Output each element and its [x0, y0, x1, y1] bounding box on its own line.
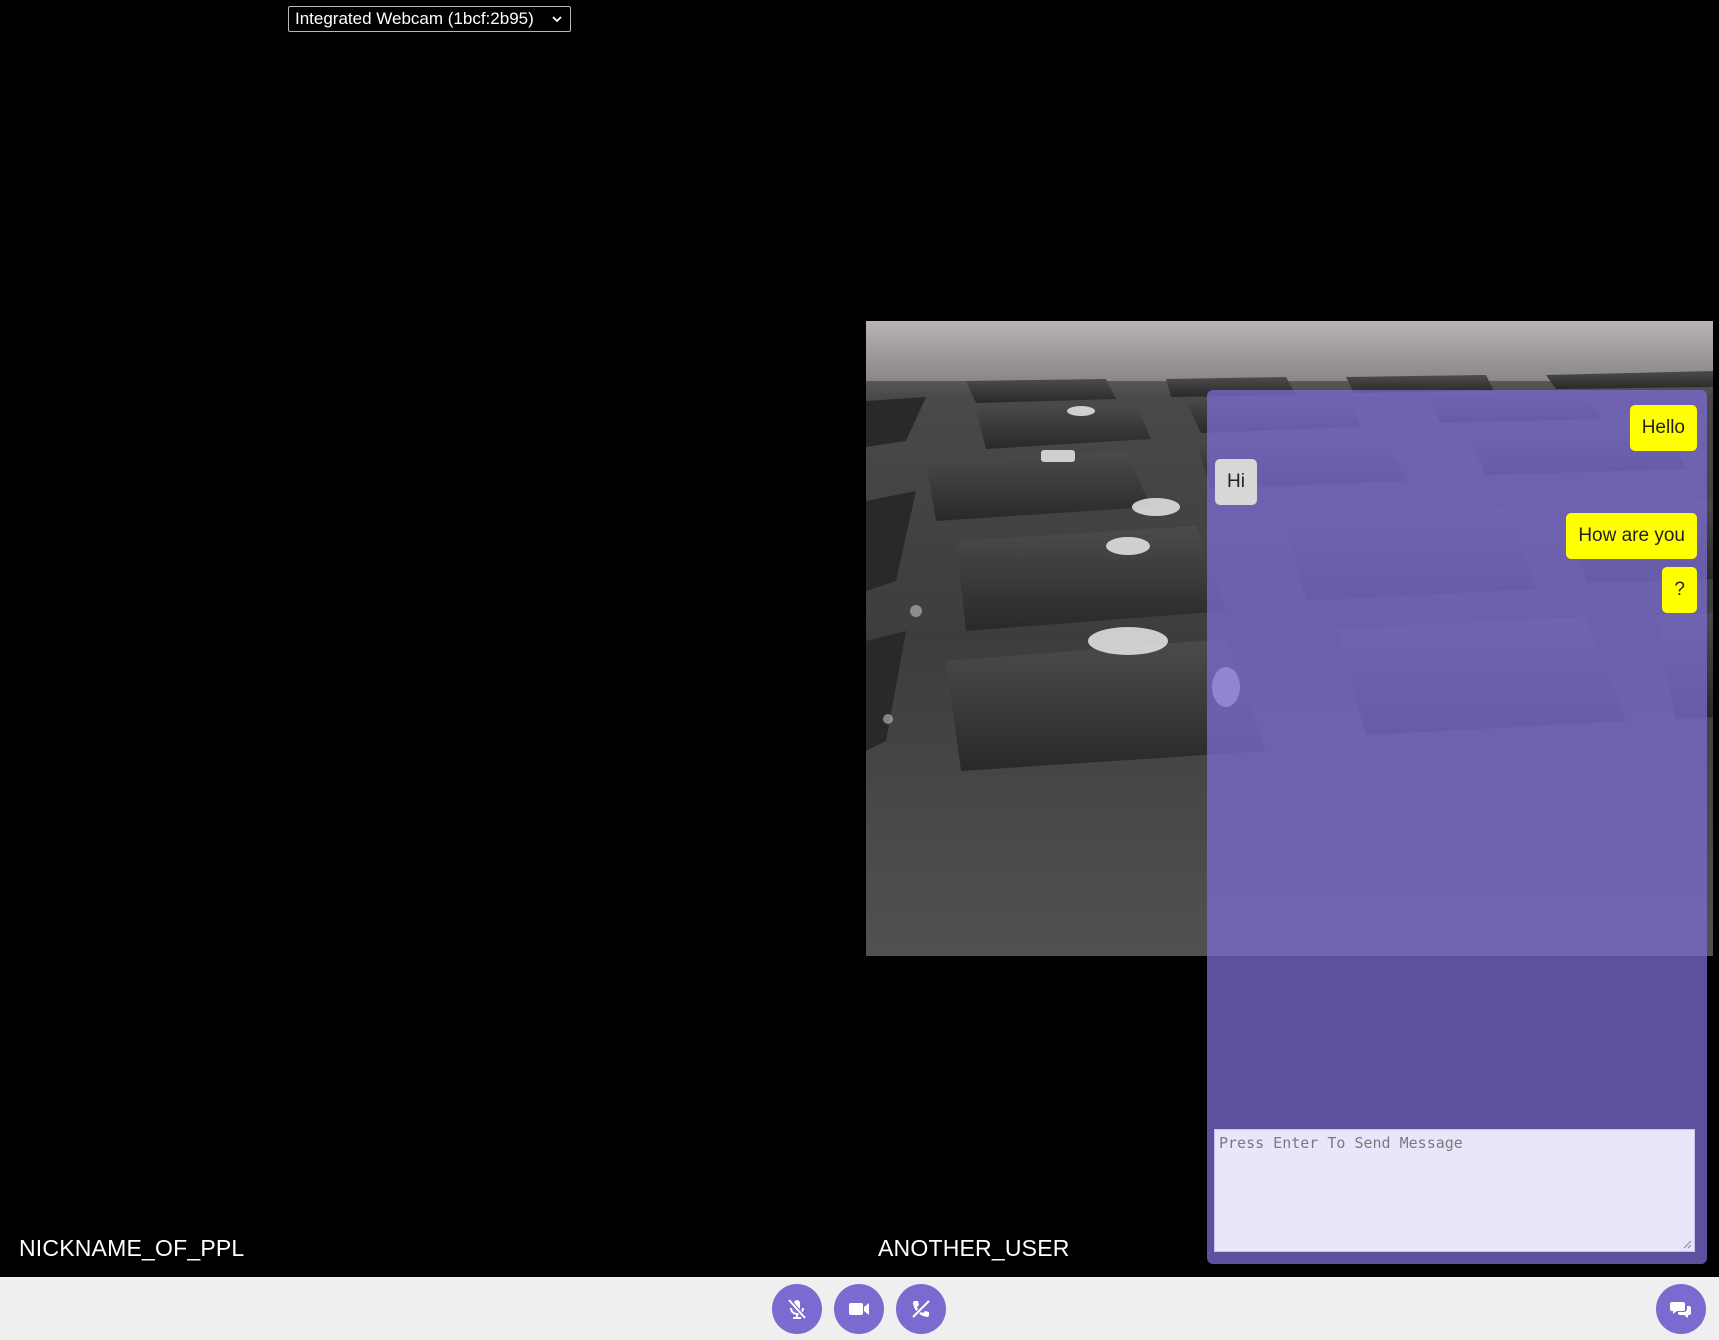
chat-message: How are you [1566, 513, 1697, 559]
hang-up-button[interactable] [896, 1284, 946, 1334]
toggle-chat-button[interactable] [1656, 1284, 1706, 1334]
mute-microphone-button[interactable] [772, 1284, 822, 1334]
camera-select[interactable]: Integrated Webcam (1bcf:2b95) [288, 6, 571, 32]
controls-bar [0, 1277, 1719, 1340]
chat-input-placeholder: Press Enter To Send Message [1219, 1134, 1463, 1152]
remote-user-name: ANOTHER_USER [878, 1235, 1070, 1261]
mic-muted-icon [787, 1298, 807, 1320]
chat-message-input[interactable]: Press Enter To Send Message [1214, 1129, 1695, 1252]
chat-panel: Hello Hi How are you ? Press Enter To Se… [1207, 390, 1707, 1264]
toggle-video-button[interactable] [834, 1284, 884, 1334]
video-camera-icon [849, 1303, 869, 1315]
chat-message: Hi [1215, 459, 1257, 505]
resize-grip-icon[interactable] [1682, 1239, 1692, 1249]
chat-bubbles-icon [1670, 1302, 1691, 1318]
chevron-down-icon [552, 16, 562, 23]
local-user-name: NICKNAME_OF_PPL [19, 1235, 245, 1261]
hang-up-icon [911, 1299, 931, 1319]
camera-select-value: Integrated Webcam (1bcf:2b95) [295, 9, 534, 28]
chat-message: ? [1662, 567, 1697, 613]
video-stage: Integrated Webcam (1bcf:2b95) NICKNAME_O… [0, 0, 1719, 1277]
chat-message: Hello [1629, 405, 1697, 451]
